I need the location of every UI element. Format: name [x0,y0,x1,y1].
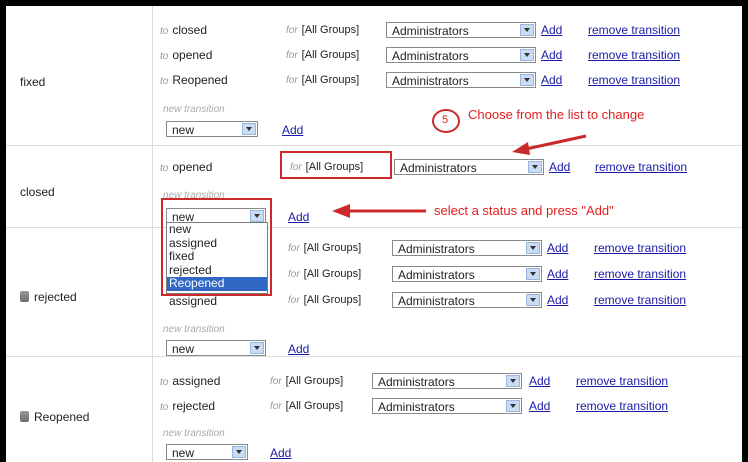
arrow-head [512,142,530,155]
step-number: 5 [442,114,449,126]
screenshot-frame: fixed to closed for [All Groups] Administr… [0,0,748,462]
arrow-head [332,204,350,218]
annotation-overlay [332,109,587,218]
choose-annotation: Choose from the list to change [468,107,645,122]
arrow-line [525,134,587,151]
select-annotation: select a status and press "Add" [434,203,614,218]
workflow-transitions-panel: fixed to closed for [All Groups] Administr… [6,6,742,462]
